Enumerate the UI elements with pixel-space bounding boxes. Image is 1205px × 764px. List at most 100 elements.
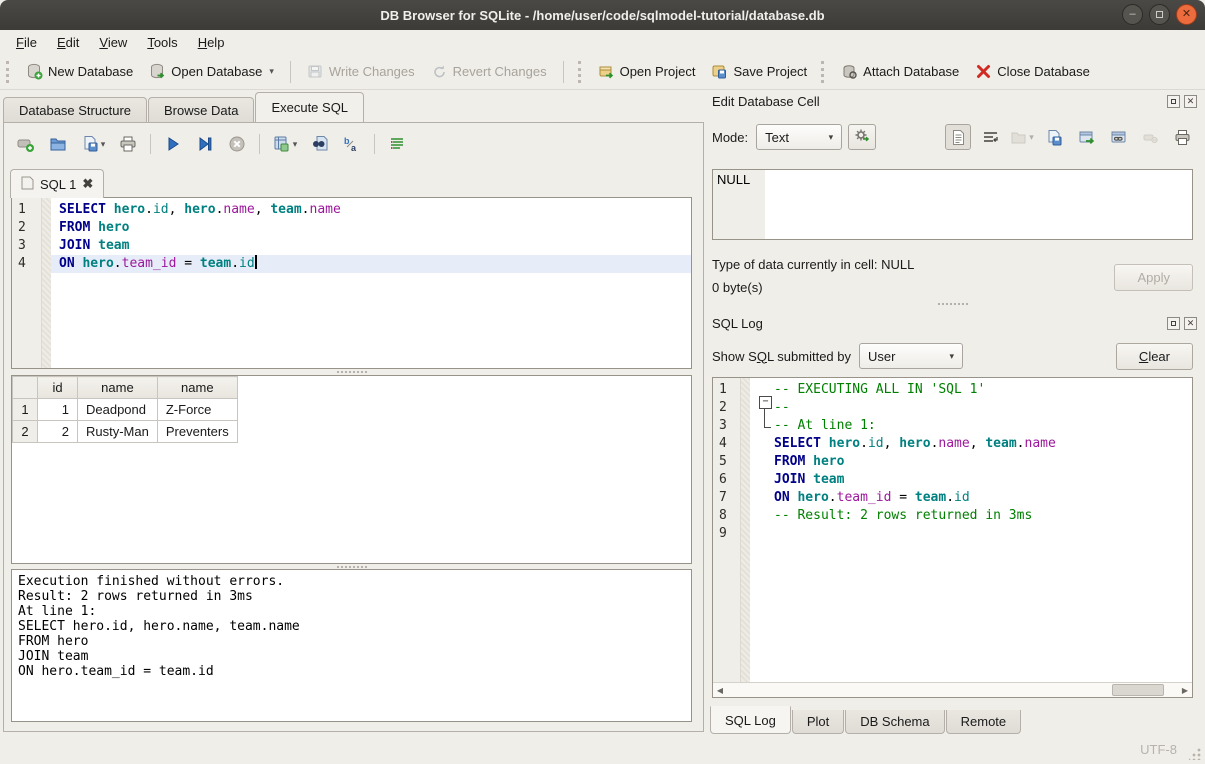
print-cell-button[interactable]	[1169, 124, 1195, 150]
scrollbar-track[interactable]	[727, 683, 1178, 697]
open-project-button[interactable]: Open Project	[590, 59, 704, 84]
attach-database-button[interactable]: Attach Database	[833, 59, 967, 84]
submitted-by-select[interactable]: User▾	[859, 343, 963, 369]
revert-changes-icon	[431, 63, 448, 80]
auto-switch-mode-button[interactable]	[848, 124, 876, 150]
float-dock-button[interactable]	[1167, 317, 1180, 330]
close-dock-button[interactable]: ✕	[1184, 317, 1197, 330]
edit-cell-dock-header: Edit Database Cell ✕	[712, 92, 1197, 110]
edit-cell-mode-row: Mode: Text▾ ▾	[712, 123, 1197, 151]
close-dock-button[interactable]: ✕	[1184, 95, 1197, 108]
mode-label: Mode:	[712, 130, 748, 145]
import-cell-button[interactable]	[1041, 124, 1067, 150]
tab-browse-data[interactable]: Browse Data	[148, 97, 254, 122]
table-cell[interactable]: Rusty-Man	[78, 421, 158, 443]
toolbar-drag-handle[interactable]	[6, 61, 14, 83]
menu-file[interactable]: File	[6, 32, 47, 53]
close-sql-tab-icon[interactable]: ✖	[82, 176, 93, 192]
table-cell[interactable]: Deadpond	[78, 399, 158, 421]
sql-log-filter-row: Show SQL submitted by User▾ Clear	[712, 341, 1193, 371]
close-button[interactable]: ✕	[1176, 4, 1197, 25]
column-header[interactable]: name	[157, 377, 237, 399]
dock-tab-db-schema[interactable]: DB Schema	[845, 710, 944, 734]
save-project-button[interactable]: Save Project	[703, 59, 815, 84]
execution-message-area[interactable]: Execution finished without errors. Resul…	[11, 569, 692, 722]
export-cell-button[interactable]	[1073, 124, 1099, 150]
results-grid[interactable]: idnamename 11DeadpondZ-Force22Rusty-ManP…	[11, 375, 692, 564]
table-cell[interactable]: 2	[38, 421, 78, 443]
menu-tools[interactable]: Tools	[137, 32, 187, 53]
column-header[interactable]: name	[78, 377, 158, 399]
cell-value: NULL	[717, 172, 750, 187]
scroll-right-arrow-icon[interactable]: ▶	[1178, 683, 1192, 697]
find-button[interactable]	[306, 131, 334, 157]
dock-tab-plot[interactable]: Plot	[792, 710, 844, 734]
menu-help[interactable]: Help	[188, 32, 235, 53]
resize-grip[interactable]	[1189, 748, 1201, 760]
mode-select[interactable]: Text▾	[756, 124, 842, 150]
execute-current-line-icon	[196, 135, 214, 153]
sql-log-view[interactable]: 123456789 -- EXECUTING ALL IN 'SQL 1'---…	[712, 377, 1193, 698]
cell-editor[interactable]: NULL	[712, 169, 1193, 240]
float-icon	[1171, 99, 1176, 104]
print-sql-button[interactable]	[114, 131, 142, 157]
text-mode-button[interactable]	[945, 124, 971, 150]
new-database-icon	[26, 63, 43, 80]
open-database-dropdown-arrow[interactable]: ▾	[269, 66, 274, 77]
column-header[interactable]: id	[38, 377, 78, 399]
table-cell[interactable]: Z-Force	[157, 399, 237, 421]
word-wrap-button[interactable]	[977, 124, 1003, 150]
execute-all-button[interactable]	[159, 131, 187, 157]
print-sql-icon	[119, 135, 137, 153]
log-code-area: -- EXECUTING ALL IN 'SQL 1'---- At line …	[750, 378, 1192, 697]
format-sql-button[interactable]	[383, 131, 411, 157]
new-sql-tab-button[interactable]	[12, 131, 40, 157]
toolbar-drag-handle[interactable]	[821, 61, 829, 83]
float-dock-button[interactable]	[1167, 95, 1180, 108]
save-sql-file-icon	[81, 135, 99, 153]
table-row[interactable]: 11DeadpondZ-Force	[13, 399, 238, 421]
editor-results-splitter[interactable]	[11, 369, 692, 374]
execute-current-line-button[interactable]	[191, 131, 219, 157]
print-cell-icon	[1174, 129, 1191, 146]
sql-log-dock-header: SQL Log ✕	[712, 314, 1197, 332]
row-header[interactable]: 2	[13, 421, 38, 443]
log-horizontal-scrollbar[interactable]: ◀ ▶	[713, 682, 1192, 697]
left-panel: Database Structure Browse Data Execute S…	[0, 90, 706, 735]
tab-execute-sql[interactable]: Execute SQL	[255, 92, 364, 122]
close-database-button[interactable]: Close Database	[967, 59, 1098, 84]
dock-splitter[interactable]	[712, 301, 1193, 306]
sql-editor-tab[interactable]: SQL 1 ✖	[10, 169, 104, 198]
dock-tab-sql-log[interactable]: SQL Log	[710, 706, 791, 734]
clear-log-button[interactable]: Clear	[1116, 343, 1193, 370]
scrollbar-thumb[interactable]	[1112, 684, 1164, 696]
table-cell[interactable]: 1	[38, 399, 78, 421]
menu-view[interactable]: View	[89, 32, 137, 53]
save-results-button[interactable]: ▾	[268, 131, 302, 157]
main-toolbar: New Database Open Database ▾ Write Chang…	[0, 54, 1205, 90]
row-header[interactable]: 1	[13, 399, 38, 421]
maximize-button[interactable]	[1149, 4, 1170, 25]
editor-code-area[interactable]: SELECT hero.id, hero.name, team.nameFROM…	[51, 198, 691, 368]
sql-log-title: SQL Log	[712, 316, 1163, 331]
cell-editor-content[interactable]	[765, 170, 1192, 239]
table-row[interactable]: 22Rusty-ManPreventers	[13, 421, 238, 443]
link-cell-button[interactable]	[1105, 124, 1131, 150]
svg-text:a: a	[351, 143, 357, 153]
open-database-button[interactable]: Open Database ▾	[141, 59, 282, 84]
new-database-button[interactable]: New Database	[18, 59, 141, 84]
tab-database-structure[interactable]: Database Structure	[3, 97, 147, 122]
find-replace-button[interactable]: ba	[338, 131, 366, 157]
minimize-button[interactable]: –	[1122, 4, 1143, 25]
menu-edit[interactable]: Edit	[47, 32, 89, 53]
open-sql-file-button[interactable]	[44, 131, 72, 157]
table-cell[interactable]: Preventers	[157, 421, 237, 443]
word-wrap-icon	[982, 129, 999, 146]
toolbar-drag-handle[interactable]	[578, 61, 586, 83]
sql-editor[interactable]: 1234 SELECT hero.id, hero.name, team.nam…	[11, 197, 692, 369]
open-cell-file-button: ▾	[1009, 124, 1035, 150]
scroll-left-arrow-icon[interactable]: ◀	[713, 683, 727, 697]
save-sql-file-button[interactable]: ▾	[76, 131, 110, 157]
dock-tab-remote[interactable]: Remote	[946, 710, 1022, 734]
results-corner-header[interactable]	[13, 377, 38, 399]
